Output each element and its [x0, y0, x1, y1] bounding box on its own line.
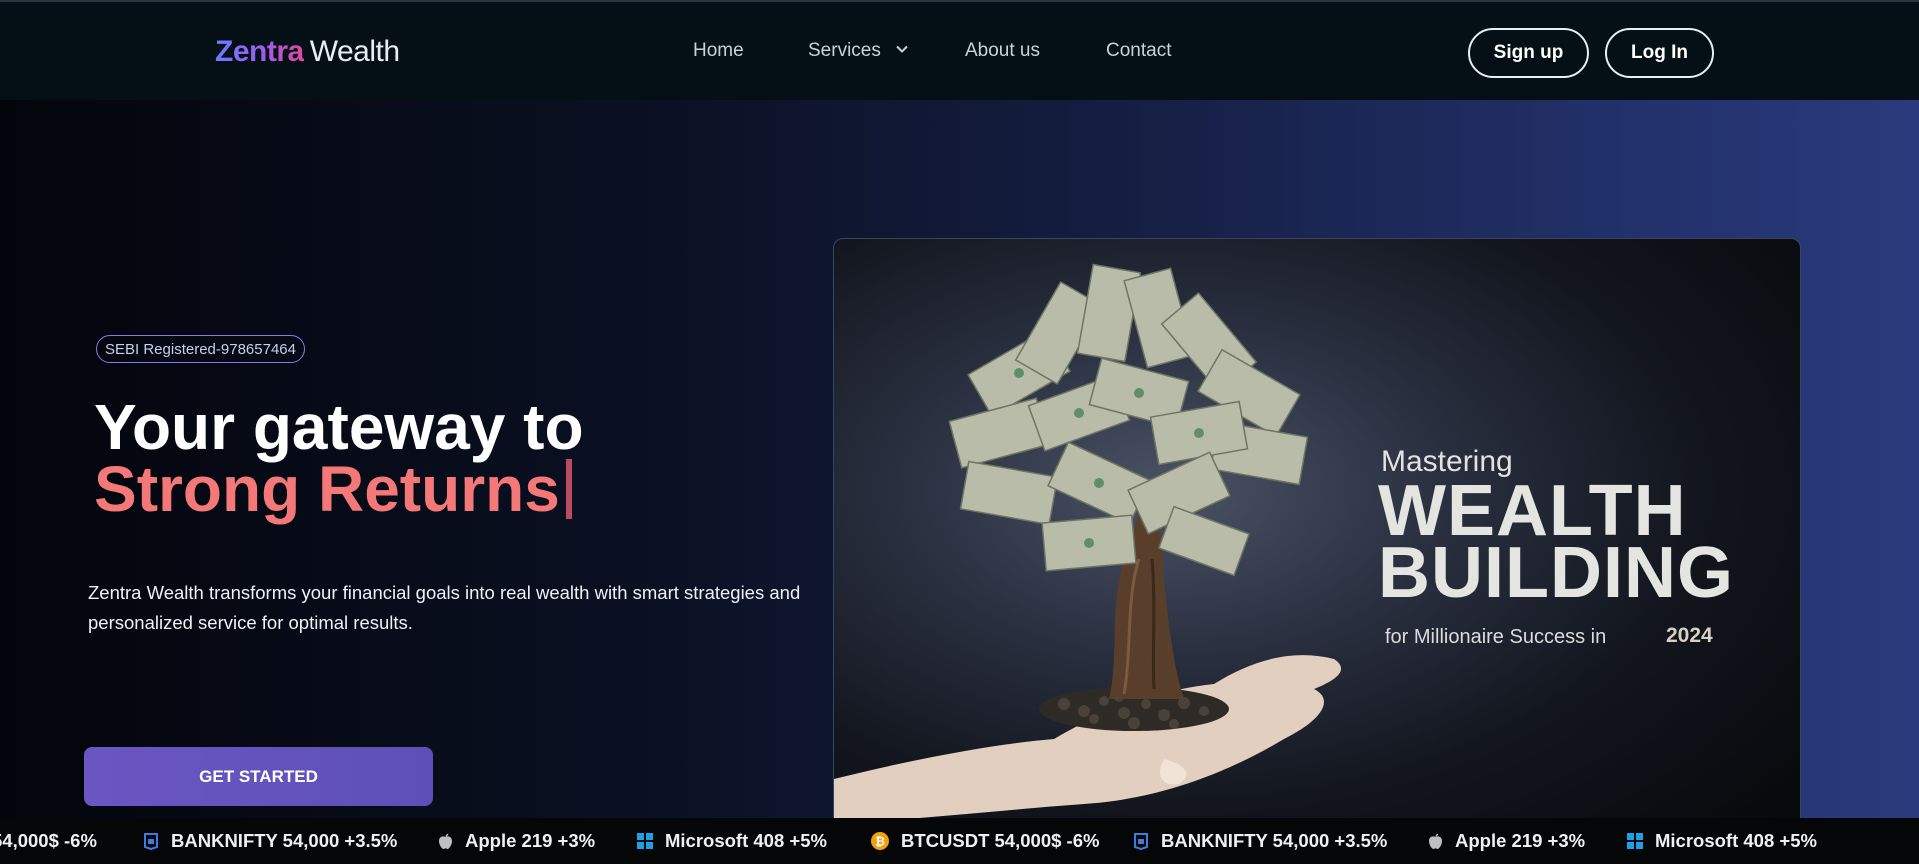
ticker-item: BANKNIFTY 54,000 +3.5% [1133, 818, 1387, 864]
ticker-item: Microsoft 408 +5% [1627, 818, 1817, 864]
ticker-item: ₿ BTCUSDT 54,000$ -6% [871, 818, 1099, 864]
nav-services[interactable]: Services [808, 40, 908, 62]
ticker-text: Microsoft 408 +5% [1655, 830, 1817, 851]
apple-icon [1429, 833, 1442, 849]
nav-services-label: Services [808, 40, 881, 61]
log-in-button[interactable]: Log In [1605, 28, 1714, 78]
sebi-registration-badge: SEBI Registered-978657464 [96, 335, 305, 363]
navbar: Zentra Wealth Home Services About us Cont… [0, 0, 1919, 100]
bank-icon [144, 833, 158, 850]
ticker-item: Microsoft 408 +5% [637, 818, 827, 864]
ticker-item: 54,000$ -6% [0, 818, 97, 864]
ticker-text: BTCUSDT 54,000$ -6% [901, 830, 1100, 851]
bank-icon [1134, 833, 1148, 850]
nav-home[interactable]: Home [693, 40, 744, 62]
ticker-text: 54,000$ -6% [0, 830, 97, 851]
hero-headline-line1: Your gateway to [94, 391, 584, 463]
wealth-building-banner-image: Mastering WEALTH BUILDING for Millionair… [833, 238, 1801, 864]
hero-description: Zentra Wealth transforms your financial … [88, 582, 801, 633]
sign-up-button[interactable]: Sign up [1468, 28, 1589, 78]
apple-icon [439, 833, 452, 849]
chevron-down-icon [896, 45, 908, 53]
ticker-item: Apple 219 +3% [1428, 818, 1585, 864]
banner-building-text: BUILDING [1378, 533, 1734, 613]
bitcoin-icon: ₿ [871, 832, 889, 850]
nav-contact[interactable]: Contact [1106, 40, 1171, 62]
ticker-item: Apple 219 +3% [438, 818, 595, 864]
ticker-text: BANKNIFTY 54,000 +3.5% [1161, 830, 1388, 851]
brand-name-secondary: Wealth [309, 35, 400, 68]
ticker-text: Apple 219 +3% [1455, 830, 1586, 851]
banner-subtitle: for Millionaire Success in [1385, 626, 1607, 648]
windows-icon [637, 833, 653, 849]
hero-section: SEBI Registered-978657464 Your gateway t… [0, 100, 1919, 864]
svg-text:₿: ₿ [875, 835, 885, 849]
brand-logo[interactable]: Zentra Wealth [215, 35, 400, 69]
ticker-item: BANKNIFTY 54,000 +3.5% [143, 818, 397, 864]
ticker-text: Microsoft 408 +5% [665, 830, 827, 851]
windows-icon [1627, 833, 1643, 849]
typing-cursor [565, 459, 572, 520]
ticker-text: Apple 219 +3% [465, 830, 596, 851]
nav-about-us[interactable]: About us [965, 40, 1040, 62]
brand-name-primary: Zentra [215, 35, 304, 68]
stock-ticker: 54,000$ -6% BANKNIFTY 54,000 +3.5% Apple… [0, 818, 1919, 864]
hero-headline-line2: Strong Returns [94, 454, 572, 524]
hero-headline-highlight: Strong Returns [94, 453, 560, 525]
banner-year: 2024 [1666, 624, 1713, 647]
get-started-button[interactable]: GET STARTED [84, 747, 433, 806]
ticker-text: BANKNIFTY 54,000 +3.5% [171, 830, 398, 851]
